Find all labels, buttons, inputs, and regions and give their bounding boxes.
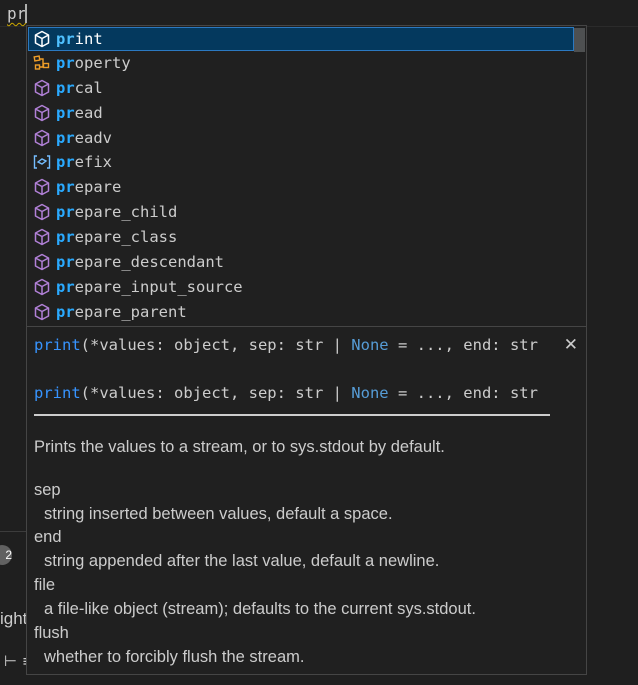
method-icon <box>31 275 53 299</box>
suggestion-item-prefix[interactable]: prefix <box>28 150 574 174</box>
suggestion-item-prepare-parent[interactable]: prepare_parent <box>28 300 574 324</box>
suggestion-label: prepare_parent <box>56 303 187 321</box>
variable-icon <box>31 150 53 174</box>
doc-summary: Prints the values to a stream, or to sys… <box>34 438 445 456</box>
suggestion-item-prepare-class[interactable]: prepare_class <box>28 225 574 249</box>
suggestion-widget[interactable]: print property prcal pread preadv prefix <box>26 25 587 326</box>
method-icon <box>31 27 53 51</box>
signature-code: print(*values: object, sep: str | None =… <box>34 384 538 402</box>
method-icon <box>31 101 53 125</box>
background-partial-text: ight <box>0 609 26 628</box>
method-icon <box>31 300 53 324</box>
method-icon <box>31 200 53 224</box>
param-name: file <box>34 576 56 594</box>
suggestion-label: property <box>56 54 131 72</box>
problem-count-badge: 2 <box>0 545 12 565</box>
suggestion-details-panel[interactable]: print(*values: object, sep: str | None =… <box>26 326 587 675</box>
param-description: whether to forcibly flush the stream. <box>44 648 305 666</box>
panel-divider <box>0 531 26 532</box>
suggestion-scrollbar-thumb[interactable] <box>574 28 585 52</box>
suggestion-item-prepare[interactable]: prepare <box>28 175 574 199</box>
suggestion-item-prcal[interactable]: prcal <box>28 76 574 100</box>
param-name: end <box>34 528 62 546</box>
signature-header: print(*values: object, sep: str | None =… <box>34 336 538 354</box>
param-description: string appended after the last value, de… <box>44 552 440 570</box>
text-cursor <box>25 4 27 23</box>
suggestion-item-property[interactable]: property <box>28 51 574 75</box>
suggestion-item-prepare-child[interactable]: prepare_child <box>28 200 574 224</box>
suggestion-item-prepare-descendant[interactable]: prepare_descendant <box>28 250 574 274</box>
suggestion-label: prepare_child <box>56 203 178 221</box>
suggestion-label: prepare <box>56 178 122 196</box>
close-icon[interactable]: ✕ <box>564 335 578 355</box>
suggestion-label: prefix <box>56 153 112 171</box>
suggestion-item-prepare-input-source[interactable]: prepare_input_source <box>28 275 574 299</box>
suggestion-label: prepare_class <box>56 228 178 246</box>
method-icon <box>31 76 53 100</box>
suggestion-label: print <box>56 30 103 48</box>
background-partial-glyph: ⊢ ≡ <box>4 652 26 670</box>
suggestion-label: prepare_input_source <box>56 278 243 296</box>
suggestion-item-print[interactable]: print <box>28 27 574 51</box>
param-name: sep <box>34 481 61 499</box>
suggestion-label: pread <box>56 104 103 122</box>
suggestion-item-pread[interactable]: pread <box>28 101 574 125</box>
suggestion-item-preadv[interactable]: preadv <box>28 126 574 150</box>
suggestion-label: preadv <box>56 129 112 147</box>
editor-current-line[interactable]: pr <box>0 0 638 27</box>
signature-divider <box>34 414 550 416</box>
suggestion-label: prcal <box>56 79 103 97</box>
typed-text[interactable]: pr <box>7 4 26 23</box>
param-name: flush <box>34 624 69 642</box>
param-description: string inserted between values, default … <box>44 505 393 523</box>
method-icon <box>31 225 53 249</box>
param-description: a file-like object (stream); defaults to… <box>44 600 476 618</box>
method-icon <box>31 175 53 199</box>
method-icon <box>31 126 53 150</box>
suggestion-label: prepare_descendant <box>56 253 224 271</box>
class-icon <box>31 51 53 75</box>
method-icon <box>31 250 53 274</box>
